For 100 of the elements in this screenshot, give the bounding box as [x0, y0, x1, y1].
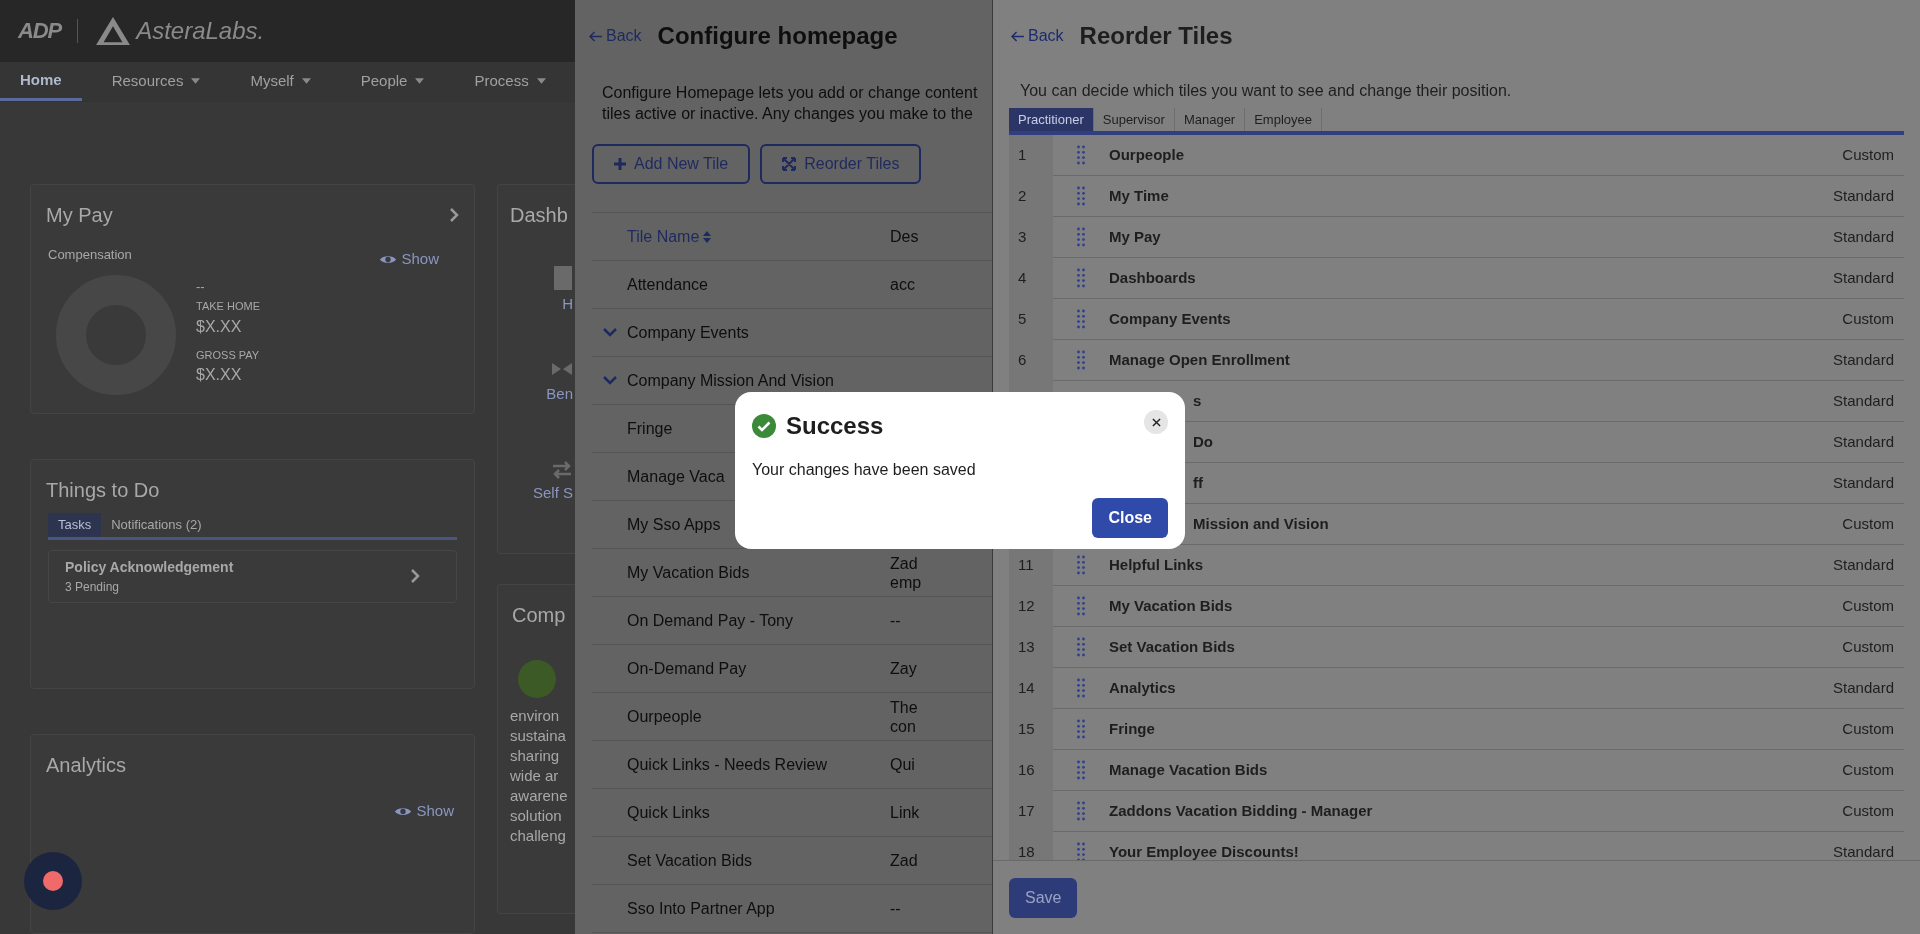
tile-type: Custom: [1842, 144, 1894, 165]
reorder-tiles-button[interactable]: Reorder Tiles: [760, 144, 922, 184]
nav-tab[interactable]: Home: [0, 61, 82, 101]
drag-handle-icon[interactable]: [1077, 186, 1085, 206]
drag-handle-icon[interactable]: [1077, 596, 1085, 616]
number-cell: 14: [1009, 668, 1053, 709]
caret-icon: [191, 78, 201, 85]
document-icon[interactable]: [553, 265, 573, 291]
table-cell: Zay: [890, 659, 917, 678]
save-button[interactable]: Save: [1009, 877, 1078, 918]
drag-handle-icon[interactable]: [1077, 555, 1085, 575]
dashboard-label[interactable]: H: [562, 293, 573, 316]
drag-handle-icon[interactable]: [1077, 801, 1085, 821]
close-button[interactable]: Close: [1092, 498, 1168, 538]
tile-type: Custom: [1842, 308, 1894, 329]
drag-handle-icon[interactable]: [1077, 637, 1085, 657]
body-text: sharing: [510, 746, 561, 766]
drag-handle-icon[interactable]: [1077, 842, 1085, 860]
nav-tab[interactable]: Myself: [230, 61, 331, 101]
drag-handle-icon[interactable]: [1077, 719, 1085, 739]
column-header: Des: [890, 226, 919, 247]
tile-type: Custom: [1842, 759, 1894, 780]
close-button[interactable]: [1144, 410, 1168, 434]
show-button[interactable]: Show: [379, 248, 439, 271]
number-cell: 16: [1009, 750, 1053, 791]
tab[interactable]: Employee: [1245, 108, 1322, 131]
show-button[interactable]: Show: [394, 800, 454, 823]
tab[interactable]: Manager: [1174, 108, 1246, 131]
caret-icon: [301, 78, 311, 85]
tab[interactable]: Supervisor: [1093, 108, 1175, 131]
panel-title: Reorder Tiles: [1079, 21, 1233, 51]
dashboard-label[interactable]: Ben: [546, 382, 573, 405]
drag-handle-icon[interactable]: [1077, 145, 1085, 165]
tile-name: Set Vacation Bids: [1109, 636, 1235, 657]
tile-name: ff: [1193, 472, 1203, 493]
tab[interactable]: Practitioner: [1009, 108, 1094, 131]
tile-type: Standard: [1833, 554, 1894, 575]
tile-name: Helpful Links: [1109, 554, 1204, 575]
check-circle-icon: [752, 414, 776, 438]
tile-name: Fringe: [1109, 718, 1155, 739]
tile-name: Manage Vaca: [627, 466, 725, 487]
number-cell: 13: [1009, 627, 1053, 668]
tile-type: Standard: [1833, 390, 1894, 411]
tile-name: Analytics: [1109, 677, 1176, 698]
tab[interactable]: Notifications (2): [101, 513, 212, 537]
chevron-down-icon[interactable]: [602, 376, 617, 385]
tile-name: Mission and Vision: [1193, 513, 1329, 534]
nav-tab[interactable]: Process: [454, 61, 566, 101]
tile-type: Standard: [1833, 677, 1894, 698]
description-text: Configure Homepage lets you add or change content tiles active or inactive. Any changes you make to the: [602, 83, 979, 124]
card-title: Things to Do: [46, 478, 161, 503]
tile-name: Company Events: [1109, 308, 1231, 329]
back-link[interactable]: Back: [589, 24, 642, 48]
tile-name: Set Vacation Bids: [627, 850, 753, 871]
tile-name: Ourpeople: [627, 706, 702, 727]
task-item[interactable]: Policy Acknowledgement 3 Pending: [48, 549, 457, 603]
pay-value: $X.XX: [196, 365, 243, 385]
chevron-right-icon: [410, 568, 420, 584]
drag-handle-icon[interactable]: [1077, 309, 1085, 329]
tile-name: My Vacation Bids: [1109, 595, 1233, 616]
tile-name: Dashboards: [1109, 267, 1196, 288]
tile-name: On Demand Pay - Tony: [627, 610, 793, 631]
nav-tab[interactable]: People: [340, 61, 445, 101]
number-cell: 12: [1009, 586, 1053, 627]
tile-type: Standard: [1833, 185, 1894, 206]
tile-name: Company Events: [627, 322, 749, 343]
table-cell: Zad: [890, 851, 918, 870]
number-cell: 3: [1009, 217, 1053, 258]
pay-label: GROSS PAY: [196, 347, 260, 363]
drag-handle-icon[interactable]: [1077, 760, 1085, 780]
card-title: Dashb: [510, 203, 569, 228]
pay-label: TAKE HOME: [196, 299, 260, 314]
pay-value: $X.XX: [196, 316, 243, 337]
tile-name: Sso Into Partner App: [627, 898, 775, 919]
tab[interactable]: Tasks: [48, 513, 102, 537]
drag-handle-icon[interactable]: [1077, 227, 1085, 247]
task-subtitle: 3 Pending: [65, 578, 121, 596]
nav-tab[interactable]: Resources: [91, 61, 221, 101]
drag-handle-icon[interactable]: [1077, 268, 1085, 288]
tile-type: Standard: [1833, 226, 1894, 247]
drag-handle-icon[interactable]: [1077, 678, 1085, 698]
add-tile-button[interactable]: Add New Tile: [592, 144, 751, 184]
tile-type: Custom: [1842, 595, 1894, 616]
tile-name: Company Mission And Vision: [627, 370, 834, 391]
dialog-message: Your changes have been saved: [752, 460, 977, 480]
tile-type: Standard: [1833, 349, 1894, 370]
arrows-icon[interactable]: [551, 460, 573, 480]
tile-name: Your Employee Discounts!: [1109, 841, 1299, 860]
number-cell: 17: [1009, 791, 1053, 832]
drag-handle-icon[interactable]: [1077, 350, 1085, 370]
tile-name: My Vacation Bids: [627, 562, 750, 583]
task-title: Policy Acknowledgement: [65, 557, 234, 577]
dashboard-label[interactable]: Self S: [532, 482, 573, 505]
tile-type: Custom: [1842, 800, 1894, 821]
column-header[interactable]: Tile Name: [627, 224, 890, 249]
logo-text: ADP: [18, 17, 62, 46]
back-link[interactable]: Back: [1011, 24, 1064, 48]
chevron-right-icon[interactable]: [449, 207, 459, 223]
chevron-down-icon[interactable]: [602, 328, 617, 337]
body-text: awarene: [510, 786, 569, 806]
